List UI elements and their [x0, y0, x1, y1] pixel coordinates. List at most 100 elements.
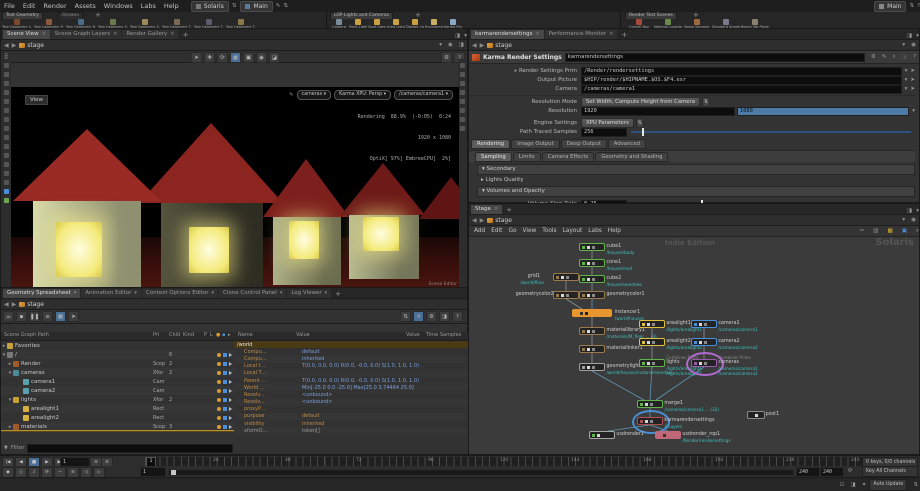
- snapshot-pencil-icon[interactable]: ✎: [289, 92, 293, 98]
- tab-advanced[interactable]: Advanced: [608, 139, 646, 149]
- tab-rendering[interactable]: Rendering: [471, 139, 510, 149]
- viewport-3d[interactable]: View ✎ cameras ▾ Karma XPU: Persp ▾ /cam…: [11, 87, 459, 312]
- table-mode-icon[interactable]: ▦: [55, 311, 66, 322]
- desktop-updown-icon[interactable]: ⇅: [232, 3, 237, 9]
- cook-mode-icon[interactable]: ✦: [862, 482, 867, 488]
- tree-row-camera1[interactable]: camera1Cam: [1, 377, 234, 386]
- shelf-tab-oceans[interactable]: Oceans: [58, 12, 83, 19]
- back-icon[interactable]: ◀: [4, 301, 9, 308]
- tree-row-world[interactable]: ▸worldXfor2group: [1, 431, 234, 432]
- path-stage[interactable]: stage: [487, 217, 512, 224]
- pane-menu-icon[interactable]: ◨: [907, 208, 912, 214]
- close-icon[interactable]: ×: [170, 30, 174, 39]
- detail-row[interactable]: Parent ...T(0.0, 0.0, 0.0) R(0.0, -0.0, …: [234, 377, 468, 384]
- menu-assets[interactable]: Assets: [71, 2, 100, 10]
- tab-menu-icon[interactable]: ▾: [280, 289, 283, 298]
- col-value[interactable]: Value: [296, 332, 310, 338]
- new-tab-icon[interactable]: +: [179, 31, 191, 39]
- gear-icon[interactable]: ⚙: [871, 54, 876, 60]
- node-post1[interactable]: post1: [747, 411, 765, 419]
- tab-time-samples[interactable]: Time Samples: [426, 332, 461, 338]
- close-icon[interactable]: ×: [609, 30, 613, 39]
- select-tool-icon[interactable]: ➤: [191, 52, 202, 63]
- network-status-icon[interactable]: ☷: [840, 482, 845, 488]
- node-arealight2[interactable]: arealight2/lights/arealight2: [639, 338, 665, 346]
- tab-context-options-editor[interactable]: Context Options Editor▾: [142, 289, 218, 298]
- forward-icon[interactable]: ▶: [480, 42, 485, 49]
- tab-log-viewer[interactable]: Log Viewer▾: [287, 289, 331, 298]
- auto-update-updown-icon[interactable]: ⇅: [913, 482, 918, 488]
- rotate-tool-icon[interactable]: ⟳: [217, 52, 228, 63]
- node-arealight1[interactable]: arealight1/lights/arealight1: [639, 320, 665, 328]
- tree-row-lights[interactable]: ▾lightsXfor2: [1, 395, 234, 404]
- node-lights[interactable]: Combines Primslights/lights/arealight1/l…: [639, 359, 665, 367]
- close-icon[interactable]: ×: [113, 30, 117, 39]
- tree-row-favorites[interactable]: ▸Favorites: [1, 341, 234, 350]
- gear-icon[interactable]: ⚙: [426, 311, 437, 322]
- menu-file[interactable]: File: [0, 2, 19, 10]
- col-kind[interactable]: Kind: [183, 332, 194, 338]
- tab-value[interactable]: Value: [406, 332, 420, 338]
- detail-row-world[interactable]: /world: [234, 341, 468, 348]
- range-slider[interactable]: [168, 469, 794, 476]
- star-icon[interactable]: ✳: [413, 311, 424, 322]
- node-camera2[interactable]: camera2/cameras/camera2: [691, 338, 717, 346]
- help-icon[interactable]: ?: [452, 311, 463, 322]
- forward-icon[interactable]: ▶: [480, 217, 485, 224]
- file-chooser-icon[interactable]: ➤: [910, 77, 915, 83]
- key-all-channels-button[interactable]: Key All Channels: [862, 466, 918, 477]
- tab-image-output[interactable]: Image Output: [511, 139, 560, 149]
- shelf-tab-test-geometry[interactable]: Test Geometry: [2, 12, 43, 19]
- node-karmarendersettings[interactable]: karmarendersettings4 Layers: [637, 417, 663, 425]
- tab-menu-icon[interactable]: ▾: [211, 289, 214, 298]
- message-log-icon[interactable]: ◨: [851, 482, 856, 488]
- renderer-menu[interactable]: Karma XPU: Persp ▾: [334, 90, 391, 100]
- flat-mode-icon[interactable]: ▪: [16, 311, 27, 322]
- shelf-add-tab-icon[interactable]: +: [412, 11, 424, 19]
- global-anim-options-icon[interactable]: ⟳: [848, 468, 853, 474]
- pin-icon[interactable]: ◉: [911, 42, 916, 48]
- menu-icon[interactable]: ▾: [905, 86, 908, 92]
- link-icon[interactable]: ◨: [459, 42, 464, 48]
- color-palette-icon[interactable]: ▩: [888, 228, 893, 234]
- menu-view[interactable]: View: [523, 228, 537, 234]
- node-instancer1[interactable]: instancer1/world/houses: [572, 309, 612, 317]
- col-pri[interactable]: Pri: [153, 332, 159, 338]
- tab-karmarendersettings[interactable]: karmarendersettings×: [471, 30, 544, 39]
- tab-geometry-spreadsheet[interactable]: Geometry Spreadsheet▾: [3, 289, 80, 298]
- node-geometrycolor2[interactable]: geometrycolor2: [553, 291, 579, 299]
- camera-field[interactable]: /cameras/camera1: [581, 85, 902, 94]
- translate-tool-icon[interactable]: ✚: [204, 52, 215, 63]
- radial-menu-selector[interactable]: Main: [240, 1, 272, 12]
- close-icon[interactable]: ×: [494, 205, 498, 214]
- node-materiallinker1[interactable]: materiallinker1: [579, 345, 605, 353]
- tab-render-gallery[interactable]: Render Gallery×: [122, 30, 178, 39]
- view-tool-icon[interactable]: ◉: [256, 52, 267, 63]
- tab-performance-monitor[interactable]: Performance Monitor×: [545, 30, 618, 39]
- path-stage[interactable]: stage: [19, 301, 44, 308]
- tab-camera-effects[interactable]: Camera Effects: [542, 152, 594, 162]
- detail-row[interactable]: xformO...token[]: [234, 427, 468, 434]
- menu-labs[interactable]: Labs: [137, 2, 160, 10]
- menu-help[interactable]: Help: [608, 228, 621, 234]
- path-chevron-icon[interactable]: ▾: [902, 217, 905, 223]
- pause-icon[interactable]: ❚❚: [29, 311, 40, 322]
- snapshot-icon[interactable]: ▣: [902, 228, 907, 234]
- tab-limits[interactable]: Limits: [513, 152, 541, 162]
- path-traced-samples-field[interactable]: 256: [581, 128, 627, 137]
- filter-input[interactable]: [27, 444, 233, 453]
- camera-group-menu[interactable]: cameras ▾: [297, 90, 332, 100]
- path-stage[interactable]: stage: [487, 42, 512, 49]
- search-icon[interactable]: ⌕: [916, 228, 919, 235]
- auto-update-selector[interactable]: Auto Update: [869, 479, 907, 491]
- snapshot-icon[interactable]: ◨: [439, 311, 450, 322]
- new-tab-icon[interactable]: +: [332, 290, 344, 298]
- tree-row-cameras[interactable]: ▾camerasXfor2: [1, 368, 234, 377]
- menu-edit[interactable]: Edit: [19, 2, 40, 10]
- section-lights-quality[interactable]: ▸ Lights Quality: [477, 175, 915, 184]
- view-tab[interactable]: View: [25, 95, 48, 105]
- tree-row-materials[interactable]: ▸materialsScop3: [1, 422, 234, 431]
- shelf-tab-lop-lights-cameras[interactable]: LOP Lights and Cameras: [330, 12, 393, 19]
- tab-stage[interactable]: Stage×: [471, 205, 502, 214]
- brush-icon[interactable]: ✎: [882, 54, 887, 60]
